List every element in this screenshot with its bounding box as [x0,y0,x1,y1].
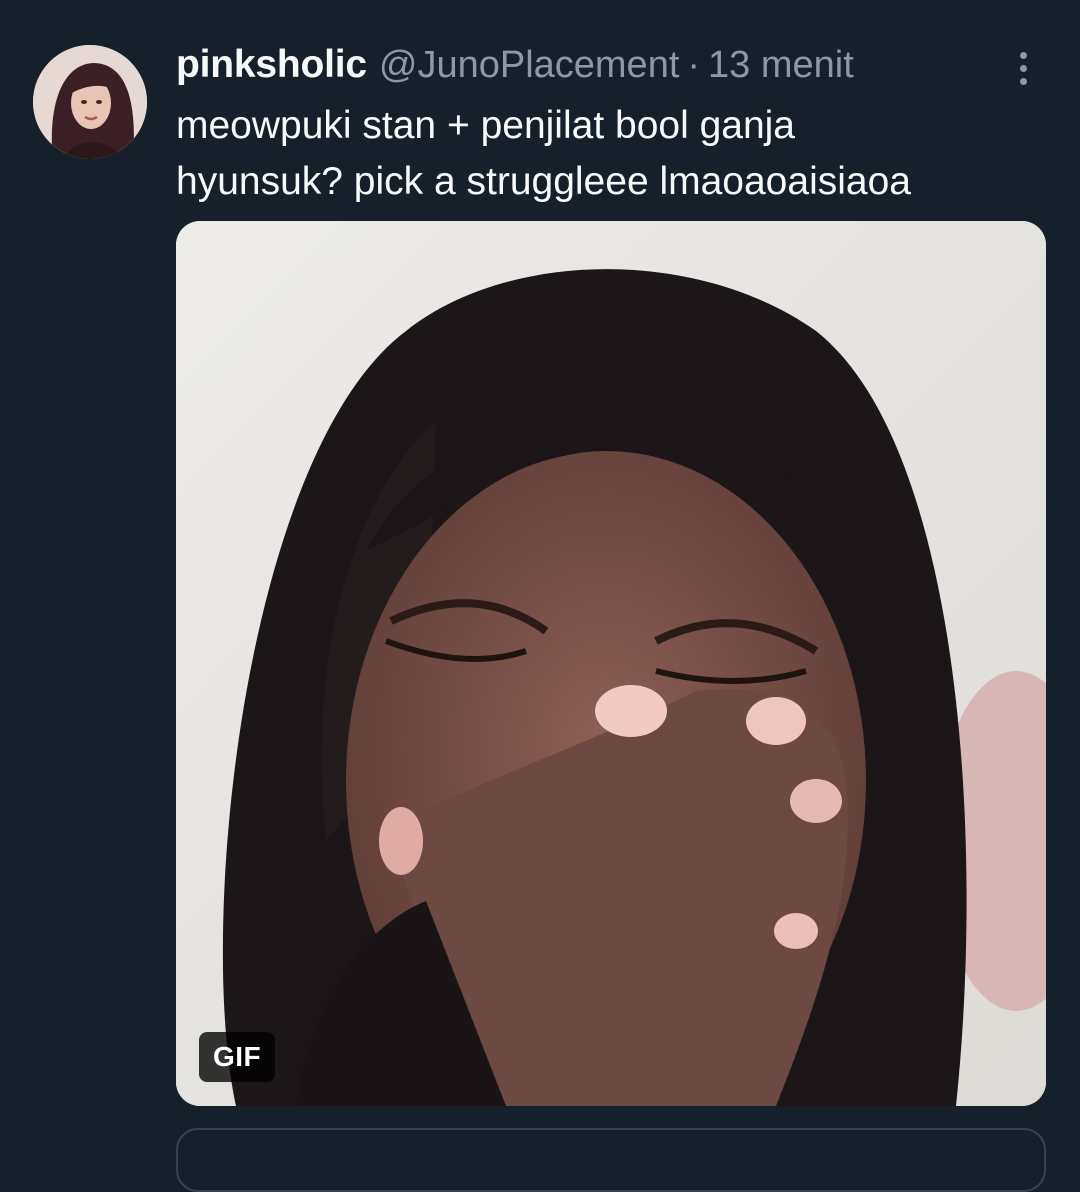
gif-preview-image [176,221,1046,1106]
avatar-image [33,45,147,159]
user-handle[interactable]: @JunoPlacement [379,44,680,87]
quoted-card-partial[interactable] [176,1128,1046,1192]
tweet[interactable]: pinksholic @JunoPlacement · 13 menit meo… [0,0,1080,1192]
tweet-text: meowpuki stan + penjilat bool ganja hyun… [176,98,1036,210]
tweet-text-line: meowpuki stan + penjilat bool ganja [176,104,795,147]
avatar[interactable] [33,45,147,159]
gif-media[interactable]: GIF [176,221,1046,1106]
separator-dot: · [687,43,701,86]
more-vertical-icon[interactable] [1006,48,1040,88]
timestamp[interactable]: 13 menit [708,44,854,87]
tweet-header: pinksholic @JunoPlacement · 13 menit [176,40,854,90]
tweet-text-line: hyunsuk? pick a struggleee lmaoaoaisiaoa [176,160,911,203]
gif-badge: GIF [199,1032,276,1082]
display-name[interactable]: pinksholic [176,43,367,87]
